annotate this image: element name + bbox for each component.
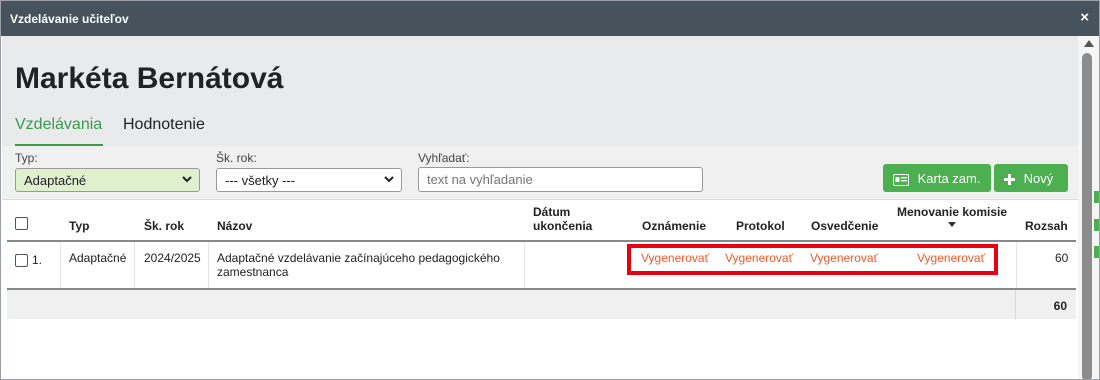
dialog-window: Vzdelávanie učiteľov × Markéta Bernátová… (0, 0, 1100, 380)
col-header-datum-line2: ukončenia (533, 219, 593, 233)
chevron-down-icon (182, 176, 192, 183)
rok-select-value: --- všetky --- (225, 173, 296, 188)
background-edge (1094, 191, 1099, 258)
plus-icon (1004, 174, 1015, 186)
col-header-rok[interactable]: Šk. rok (144, 219, 184, 233)
titlebar: Vzdelávanie učiteľov × (1, 1, 1099, 36)
karta-zam-button[interactable]: Karta zam. (883, 164, 991, 192)
search-input[interactable] (418, 167, 703, 192)
col-header-typ[interactable]: Typ (69, 219, 89, 233)
row-nazov: Adaptačné vzdelávanie začínajúceho pedag… (217, 251, 500, 265)
col-header-rozsah[interactable]: Rozsah (1025, 219, 1068, 233)
row-checkbox[interactable] (15, 254, 28, 267)
page-header: Markéta Bernátová Vzdelávania Hodnotenie (2, 36, 1078, 146)
filter-bar: Typ: Adaptačné Šk. rok: --- všetky --- V… (2, 146, 1078, 200)
row-typ: Adaptačné (69, 251, 127, 265)
tab-hodnotenie[interactable]: Hodnotenie (123, 116, 213, 146)
total-rozsah: 60 (1053, 299, 1067, 313)
row-nazov-line2: zamestnanca (217, 265, 289, 279)
id-card-icon (893, 173, 909, 186)
row-rozsah: 60 (1055, 251, 1069, 265)
col-header-osvedcenie[interactable]: Osvedčenie (811, 219, 878, 233)
column-divider (208, 242, 209, 288)
col-header-menovanie[interactable]: Menovanie komisie (897, 205, 1007, 219)
rok-select[interactable]: --- všetky --- (216, 168, 402, 192)
rok-label: Šk. rok: (216, 151, 257, 165)
col-header-protokol[interactable]: Protokol (736, 219, 785, 233)
col-header-datum[interactable]: Dátum (533, 205, 570, 219)
scroll-up-icon[interactable] (1084, 40, 1094, 47)
col-header-nazov[interactable]: Názov (217, 219, 252, 233)
novy-label: Nový (1023, 171, 1054, 186)
column-divider (60, 242, 61, 288)
chevron-down-icon (384, 176, 394, 183)
highlight-box (627, 244, 998, 275)
column-divider (524, 242, 525, 288)
select-all-checkbox[interactable] (15, 217, 28, 230)
typ-label: Typ: (15, 151, 38, 165)
close-icon[interactable]: × (1080, 10, 1089, 26)
page-title: Markéta Bernátová (15, 62, 284, 95)
scroll-thumb[interactable] (1082, 53, 1092, 379)
row-rok: 2024/2025 (144, 251, 201, 265)
novy-button[interactable]: Nový (994, 164, 1068, 192)
table-footer: 60 (7, 290, 1076, 319)
karta-zam-label: Karta zam. (917, 171, 981, 186)
search-label: Vyhľadať: (418, 151, 470, 165)
sort-desc-icon[interactable] (948, 222, 956, 228)
column-divider (134, 242, 135, 288)
column-divider (1016, 242, 1017, 288)
tab-vzdelavania[interactable]: Vzdelávania (15, 116, 103, 146)
window-title: Vzdelávanie učiteľov (10, 12, 129, 26)
row-index: 1. (32, 253, 43, 267)
typ-select[interactable]: Adaptačné (15, 168, 200, 192)
typ-select-value: Adaptačné (24, 173, 87, 188)
col-header-oznamenie[interactable]: Oznámenie (642, 219, 706, 233)
column-divider (1015, 290, 1016, 319)
